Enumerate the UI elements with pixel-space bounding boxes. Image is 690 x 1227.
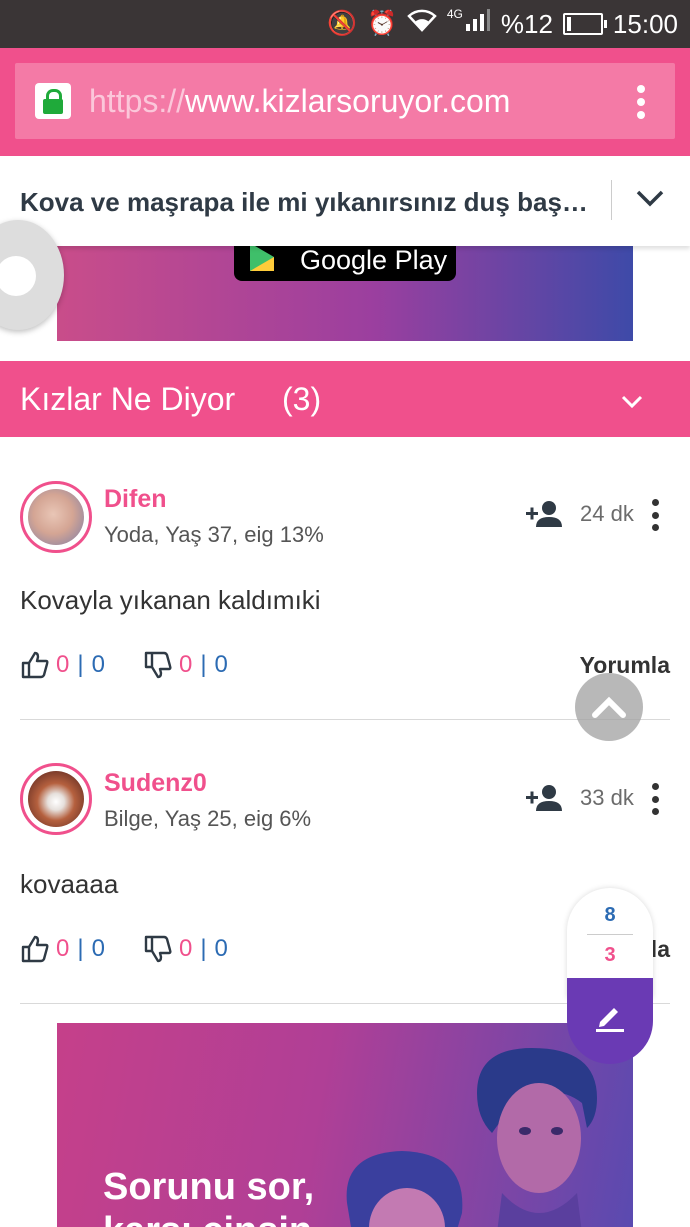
promo-headline: Sorunu sor,: [103, 1166, 315, 1208]
wifi-icon: [407, 8, 437, 41]
vote-bar: 0 | 0 0 | 0: [20, 647, 228, 683]
scroll-to-top-button[interactable]: [575, 673, 643, 741]
promo-banner[interactable]: Sorunu sor, karşı cinsin: [57, 1023, 633, 1227]
browser-menu-icon[interactable]: [637, 85, 645, 119]
question-title[interactable]: Kova ve maşrapa ile mi yıkanırsınız duş …: [20, 184, 592, 220]
battery-percent: %12: [500, 8, 553, 39]
answer-item: Difen Yoda, Yaş 37, eig 13% 24 dk Kovayl…: [0, 437, 690, 720]
browser-toolbar: https://www.kizlarsoruyor.com: [0, 48, 690, 156]
vote-bar: 0 | 0 0 | 0: [20, 931, 228, 967]
status-icons: 🔕 ⏰ 4G %12 15:00: [327, 8, 678, 40]
like-total[interactable]: 0: [92, 651, 105, 679]
answer-text: Kovayla yıkanan kaldımıki: [20, 585, 321, 615]
signal-icon: [465, 8, 491, 41]
edit-icon: [596, 1008, 624, 1032]
mute-icon: 🔕: [327, 10, 357, 37]
thumbs-up-icon[interactable]: [20, 934, 50, 964]
username[interactable]: Sudenz0: [104, 768, 207, 798]
answer-counter-widget[interactable]: 8 3: [567, 888, 653, 1064]
person-illustration: [346, 1151, 463, 1227]
google-play-badge[interactable]: Google Play: [234, 243, 456, 281]
dislike-count[interactable]: 0: [179, 935, 192, 963]
play-store-icon: [250, 243, 274, 271]
thumbs-down-icon[interactable]: [143, 650, 173, 680]
chevron-down-icon[interactable]: [634, 182, 666, 214]
answers-section-header[interactable]: Kızlar Ne Diyor (3): [0, 361, 690, 437]
user-meta: Bilge, Yaş 25, eig 6%: [104, 806, 312, 831]
section-count: (3): [282, 381, 322, 417]
alarm-icon: ⏰: [366, 10, 397, 37]
app-promo-banner[interactable]: Google Play: [57, 243, 633, 341]
add-friend-icon[interactable]: [526, 784, 564, 812]
person-illustration: [477, 1048, 597, 1227]
dislike-count[interactable]: 0: [179, 651, 192, 679]
add-friend-icon[interactable]: [526, 500, 564, 528]
user-meta: Yoda, Yaş 37, eig 13%: [104, 522, 324, 547]
promo-headline-line2: karşı cinsin: [103, 1209, 312, 1227]
thumbs-up-icon[interactable]: [20, 650, 50, 680]
chevron-up-icon: [592, 696, 626, 718]
thumbs-down-icon[interactable]: [143, 934, 173, 964]
battery-icon: [562, 13, 607, 35]
write-answer-button[interactable]: [567, 978, 653, 1064]
like-total[interactable]: 0: [92, 935, 105, 963]
network-type: 4G: [446, 7, 463, 21]
status-bar: 🔕 ⏰ 4G %12 15:00: [0, 0, 690, 48]
question-title-bar: Kova ve maşrapa ile mi yıkanırsınız duş …: [0, 156, 690, 246]
like-count[interactable]: 0: [56, 935, 69, 963]
section-title: Kızlar Ne Diyor: [20, 381, 236, 417]
avatar[interactable]: [20, 481, 92, 553]
url-text[interactable]: https://www.kizlarsoruyor.com: [89, 81, 510, 121]
address-bar[interactable]: https://www.kizlarsoruyor.com: [15, 63, 675, 139]
dislike-total[interactable]: 0: [215, 935, 228, 963]
title-divider: [611, 180, 612, 220]
dislike-total[interactable]: 0: [215, 651, 228, 679]
username[interactable]: Difen: [104, 484, 167, 514]
answer-time: 24 dk: [580, 501, 634, 526]
answer-text: kovaaaa: [20, 869, 119, 899]
divider: [20, 719, 670, 720]
answer-time: 33 dk: [580, 785, 634, 810]
total-answers-count: 8: [604, 904, 616, 926]
like-count[interactable]: 0: [56, 651, 69, 679]
lock-icon[interactable]: [35, 83, 71, 119]
chevron-down-icon[interactable]: [618, 389, 646, 413]
more-options-icon[interactable]: [652, 783, 660, 815]
avatar[interactable]: [20, 763, 92, 835]
girls-answers-count: 3: [604, 944, 616, 966]
clock: 15:00: [612, 8, 678, 39]
more-options-icon[interactable]: [652, 499, 660, 531]
